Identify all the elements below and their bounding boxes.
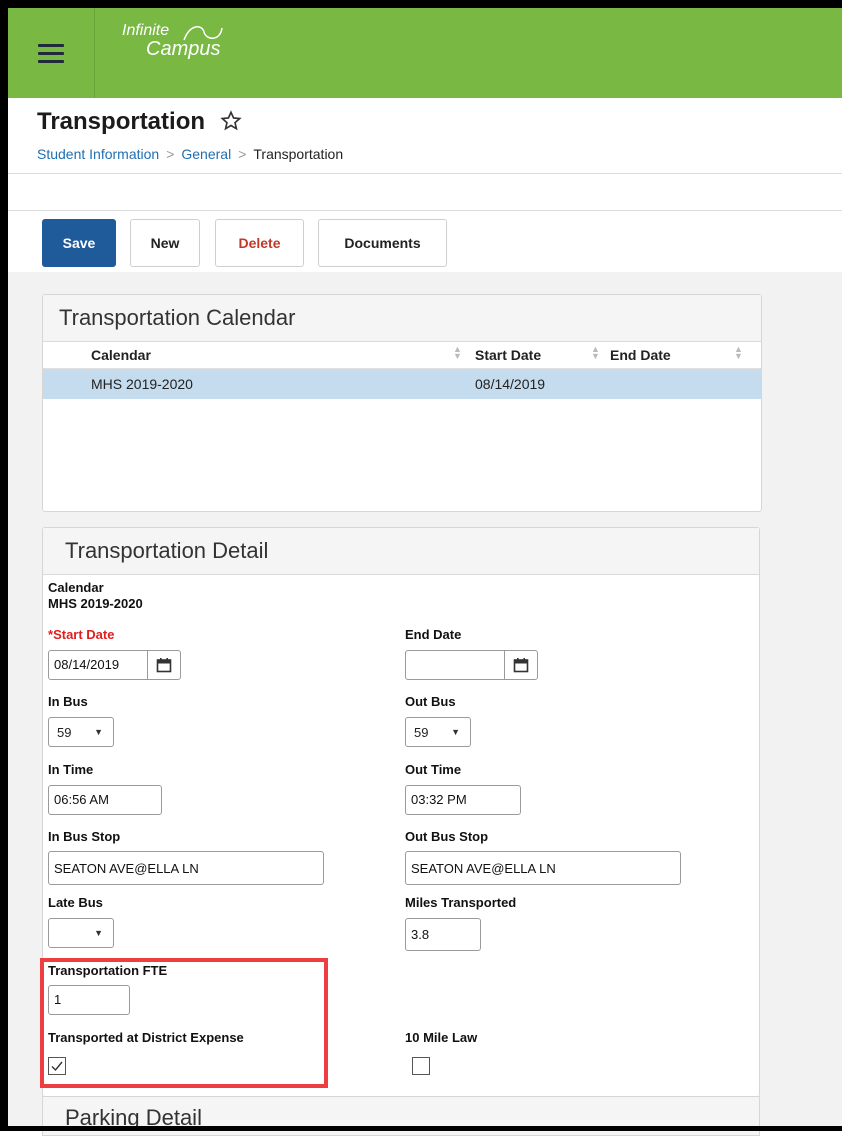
in-time-input[interactable]: 06:56 AM [48, 785, 162, 815]
calendar-label: Calendar [48, 580, 104, 595]
window-frame-left [0, 0, 8, 1131]
in-bus-stop-input[interactable]: SEATON AVE@ELLA LN [48, 851, 324, 885]
documents-button[interactable]: Documents [318, 219, 447, 267]
breadcrumb-general[interactable]: General [181, 146, 231, 162]
late-bus-select[interactable]: ▼ [48, 918, 114, 948]
mile-law-checkbox[interactable] [412, 1057, 430, 1075]
dropdown-arrow-icon: ▼ [94, 928, 103, 938]
save-button[interactable]: Save [42, 219, 116, 267]
sort-icon[interactable]: ▲ ▼ [591, 345, 600, 361]
calendar-grid-header: Calendar ▲ ▼ Start Date ▲ ▼ End Date ▲ ▼ [43, 342, 761, 369]
chevron-right-icon: > [238, 146, 247, 162]
highlight-box [40, 958, 328, 1088]
calendar-panel-title: Transportation Calendar [43, 295, 761, 342]
out-time-label: Out Time [405, 762, 462, 777]
chevron-right-icon: > [166, 146, 175, 162]
cell-calendar: MHS 2019-2020 [91, 376, 193, 392]
out-bus-value: 59 [414, 725, 429, 740]
out-bus-stop-label: Out Bus Stop [405, 829, 489, 844]
miles-transported-label: Miles Transported [405, 895, 517, 910]
miles-transported-input[interactable]: 3.8 [405, 918, 481, 951]
page-title: Transportation [37, 108, 206, 135]
in-bus-select[interactable]: 59 ▼ [48, 717, 114, 747]
delete-button[interactable]: Delete [215, 219, 304, 267]
breadcrumb: Student Information > General > Transportati… [37, 146, 343, 162]
new-button[interactable]: New [130, 219, 200, 267]
column-header-calendar[interactable]: Calendar [91, 347, 151, 363]
window-frame-top [0, 0, 842, 8]
out-bus-label: Out Bus [405, 694, 456, 709]
calendar-icon [513, 658, 529, 673]
calendar-value: MHS 2019-2020 [48, 596, 143, 611]
out-bus-stop-input[interactable]: SEATON AVE@ELLA LN [405, 851, 681, 885]
window-frame-bottom [0, 1126, 842, 1131]
divider [8, 173, 842, 174]
end-date-input[interactable] [405, 650, 505, 680]
cell-start-date: 08/14/2019 [475, 376, 546, 392]
breadcrumb-transportation: Transportation [253, 146, 344, 162]
in-bus-value: 59 [57, 725, 72, 740]
start-date-label: *Start Date [48, 627, 115, 642]
detail-panel-title: Transportation Detail [43, 528, 759, 575]
in-bus-label: In Bus [48, 694, 88, 709]
dropdown-arrow-icon: ▼ [451, 727, 460, 737]
out-time-input[interactable]: 03:32 PM [405, 785, 521, 815]
calendar-icon [156, 658, 172, 673]
sort-icon[interactable]: ▲ ▼ [453, 345, 462, 361]
menu-icon[interactable] [8, 8, 95, 98]
breadcrumb-student-information[interactable]: Student Information [37, 146, 159, 162]
start-date-calendar-button[interactable] [147, 650, 181, 680]
sort-icon[interactable]: ▲ ▼ [734, 345, 743, 361]
late-bus-label: Late Bus [48, 895, 103, 910]
in-bus-stop-label: In Bus Stop [48, 829, 121, 844]
column-header-end-date[interactable]: End Date [610, 347, 671, 363]
start-date-input[interactable]: 08/14/2019 [48, 650, 148, 680]
dropdown-arrow-icon: ▼ [94, 727, 103, 737]
out-bus-select[interactable]: 59 ▼ [405, 717, 471, 747]
column-header-start-date[interactable]: Start Date [475, 347, 541, 363]
end-date-label: End Date [405, 627, 462, 642]
logo-swirl-icon [183, 26, 223, 41]
end-date-calendar-button[interactable] [504, 650, 538, 680]
transportation-calendar-panel: Transportation Calendar Calendar ▲ ▼ Star… [42, 294, 762, 512]
in-time-label: In Time [48, 762, 94, 777]
star-icon[interactable] [220, 110, 242, 132]
mile-law-label: 10 Mile Law [405, 1030, 478, 1045]
divider [8, 210, 842, 211]
table-row[interactable]: MHS 2019-2020 08/14/2019 [43, 369, 761, 399]
infinite-campus-logo: Infinite Campus [122, 22, 223, 61]
